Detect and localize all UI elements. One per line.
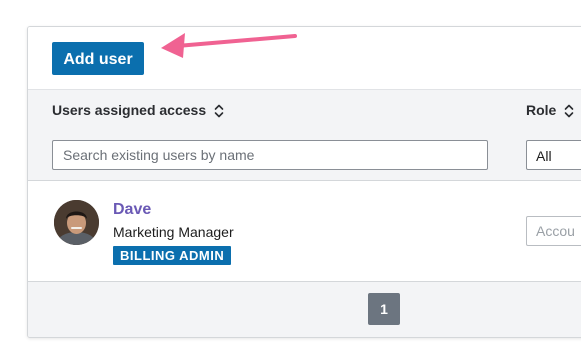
role-filter-value: All [536, 148, 552, 164]
arrow-icon [161, 33, 297, 58]
role-filter-select[interactable]: All [526, 140, 581, 170]
column-header-users-label: Users assigned access [52, 102, 207, 118]
status-badge: BILLING ADMIN [113, 246, 232, 265]
user-name-link[interactable]: Dave [113, 201, 151, 219]
user-access-panel: Add user Users assigned access Role Sear… [27, 26, 581, 338]
column-header-role[interactable]: Role [526, 90, 574, 130]
user-job-title: Marketing Manager [113, 224, 234, 240]
search-users-input[interactable] [52, 140, 488, 170]
column-header-users[interactable]: Users assigned access [52, 90, 224, 130]
sort-icon [214, 104, 224, 118]
add-user-button[interactable]: Add user [52, 42, 144, 75]
sort-icon [564, 104, 574, 118]
account-select[interactable]: Accou [526, 216, 581, 246]
filter-row: All [28, 130, 581, 181]
avatar-photo-icon [54, 200, 99, 245]
table-header: Users assigned access Role [28, 89, 581, 131]
table-row: Dave Marketing Manager BILLING ADMIN Acc… [28, 181, 581, 282]
stage: Add user Users assigned access Role Sear… [0, 0, 581, 361]
account-select-placeholder: Accou [536, 223, 575, 239]
page-button-current[interactable]: 1 [368, 293, 400, 325]
pagination: 1 [28, 282, 581, 337]
column-header-role-label: Role [526, 102, 557, 118]
user-avatar [54, 200, 99, 245]
